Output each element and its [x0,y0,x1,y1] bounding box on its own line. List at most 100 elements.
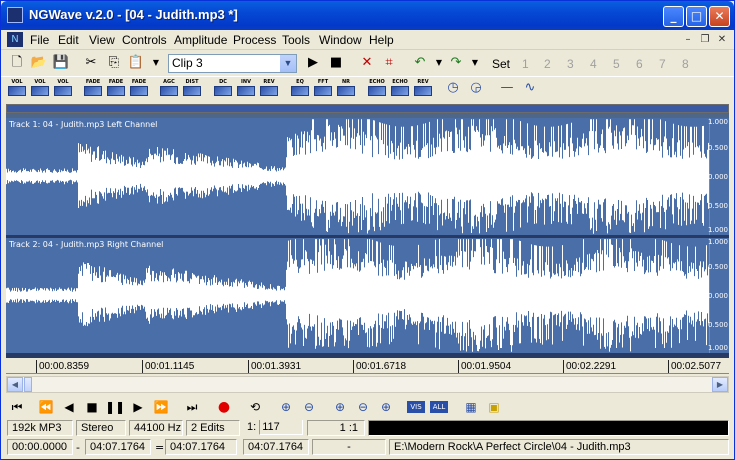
reverse-icon[interactable]: REV [259,79,279,99]
step-back-icon[interactable]: ◀ [59,398,79,416]
track-2[interactable]: Track 2: 04 - Judith.mp3 Right Channel [6,238,709,353]
loop-icon[interactable]: ⟲ [245,398,265,416]
time-stretch-icon[interactable]: ◷ [444,79,462,97]
menu-process[interactable]: Process [233,33,276,47]
set-1[interactable]: 1 [522,57,529,71]
menu-file[interactable]: File [30,33,49,47]
set-5[interactable]: 5 [613,57,620,71]
menu-view[interactable]: View [89,33,115,47]
minimize-button[interactable]: _ [663,6,684,27]
paste-dropdown-icon[interactable]: ▼ [147,54,165,72]
reverb-icon[interactable]: REV [413,79,433,99]
menu-amplitude[interactable]: Amplitude [174,33,227,47]
cut-icon[interactable]: ✂ [82,54,100,72]
distortion-icon[interactable]: DIST [182,79,202,99]
set-6[interactable]: 6 [636,57,643,71]
new-file-icon[interactable]: 🗋 [8,54,26,72]
paste-icon[interactable]: 📋 [127,54,145,72]
go-end-icon[interactable]: ⏭ [182,398,202,416]
play-icon[interactable]: ▶ [128,398,148,416]
track-1[interactable]: Track 1: 04 - Judith.mp3 Left Channel [6,118,709,235]
trim-icon[interactable]: ⌗ [380,54,398,72]
set-4[interactable]: 4 [590,57,597,71]
ruler-label: 00:01.6718 [356,361,407,372]
record-icon[interactable]: ● [214,398,234,416]
fade-custom-icon[interactable]: FADE [129,79,149,99]
menu-tools[interactable]: Tools [282,33,310,47]
stop-icon[interactable]: ■ [82,398,102,416]
zoom-selection-icon[interactable]: ⊕ [330,398,350,416]
volume-icon[interactable]: VOL [7,79,27,99]
volume-query-icon[interactable]: VOL [30,79,50,99]
open-folder-icon[interactable]: 📂 [30,54,48,72]
pause-icon[interactable]: ❚❚ [105,398,125,416]
save-icon[interactable]: 💾 [52,54,70,72]
echo-icon[interactable]: ECHO [367,79,387,99]
dc-offset-icon[interactable]: DC [213,79,233,99]
equalizer-icon[interactable]: EQ [290,79,310,99]
pitch-icon[interactable]: ◶ [467,79,485,97]
zoom-out-full-icon[interactable]: ⊖ [353,398,373,416]
maximize-button[interactable]: □ [686,6,707,27]
zoom-out-icon[interactable]: ⊖ [299,398,319,416]
set-7[interactable]: 7 [659,57,666,71]
grid-icon[interactable]: ▦ [461,398,481,416]
menu-edit[interactable]: Edit [58,33,79,47]
overview-bar[interactable] [6,104,729,113]
scroll-left-icon[interactable]: ◀ [7,377,23,392]
fx-label: EQ [296,79,304,85]
window-title: NGWave v.2.0 - [04 - Judith.mp3 *] [29,7,238,22]
echo-multi-icon[interactable]: ECHO [390,79,410,99]
redo-dropdown-icon[interactable]: ▼ [466,54,484,72]
horizontal-scrollbar[interactable]: ◀ ▶ [6,376,729,393]
play-icon[interactable]: ▶ [304,54,322,72]
visible-select-icon[interactable]: VIS [407,401,425,413]
set-8[interactable]: 8 [682,57,689,71]
ruler-label: 00:01.3931 [251,361,302,372]
mdi-minimize-icon[interactable]: – [681,33,695,46]
document-icon[interactable]: N [7,32,23,47]
fade-out-icon[interactable]: FADE [106,79,126,99]
menu-window[interactable]: Window [319,33,362,47]
track-2-label: Track 2: 04 - Judith.mp3 Right Channel [9,240,164,249]
mdi-restore-icon[interactable]: ❐ [698,33,712,46]
go-start-icon[interactable]: ⏮ [7,398,27,416]
set-3[interactable]: 3 [567,57,574,71]
undo-icon[interactable]: ↶ [411,54,429,72]
chevron-down-icon[interactable]: ▼ [280,55,296,72]
ruler-label: 00:01.9504 [461,361,512,372]
clip-select[interactable]: Clip 3 ▼ [168,54,297,73]
select-all-icon[interactable]: ALL [430,401,448,413]
rewind-icon[interactable]: ⏪ [36,398,56,416]
invert-icon[interactable]: INV [236,79,256,99]
fx-label: FADE [85,79,101,85]
menu-controls[interactable]: Controls [122,33,167,47]
mdi-close-icon[interactable]: ✕ [715,33,729,46]
scale-tick: 0.500 [707,321,728,329]
menu-help[interactable]: Help [369,33,394,47]
stop-icon[interactable]: ■ [327,54,345,72]
fade-in-icon[interactable]: FADE [83,79,103,99]
time-ruler[interactable]: 00:00.8359 00:01.1145 00:01.3931 00:01.6… [6,358,729,374]
zoom-vertical-icon[interactable]: ⊕ [376,398,396,416]
zoom-in-icon[interactable]: ⊕ [276,398,296,416]
app-icon[interactable] [7,7,23,23]
ruler-label: 00:02.2291 [566,361,617,372]
set-2[interactable]: 2 [544,57,551,71]
copy-icon[interactable]: ⎘ [105,54,123,72]
fft-icon[interactable]: FFT [313,79,333,99]
delete-icon[interactable]: ✕ [358,54,376,72]
fast-forward-icon[interactable]: ⏩ [151,398,171,416]
marker-icon[interactable]: ▣ [484,398,504,416]
scroll-right-icon[interactable]: ▶ [712,377,728,392]
generate-tone-icon[interactable]: ∿ [521,79,539,97]
agc-icon[interactable]: AGC [159,79,179,99]
noise-reduction-icon[interactable]: NR [336,79,356,99]
undo-dropdown-icon[interactable]: ▼ [430,54,448,72]
volume-set-icon[interactable]: VOL [53,79,73,99]
close-button[interactable]: ✕ [709,6,730,27]
scroll-thumb[interactable] [24,377,32,392]
redo-icon[interactable]: ↷ [447,54,465,72]
status-ratio: 1 :1 [307,420,365,436]
silence-icon[interactable]: — [498,79,516,97]
